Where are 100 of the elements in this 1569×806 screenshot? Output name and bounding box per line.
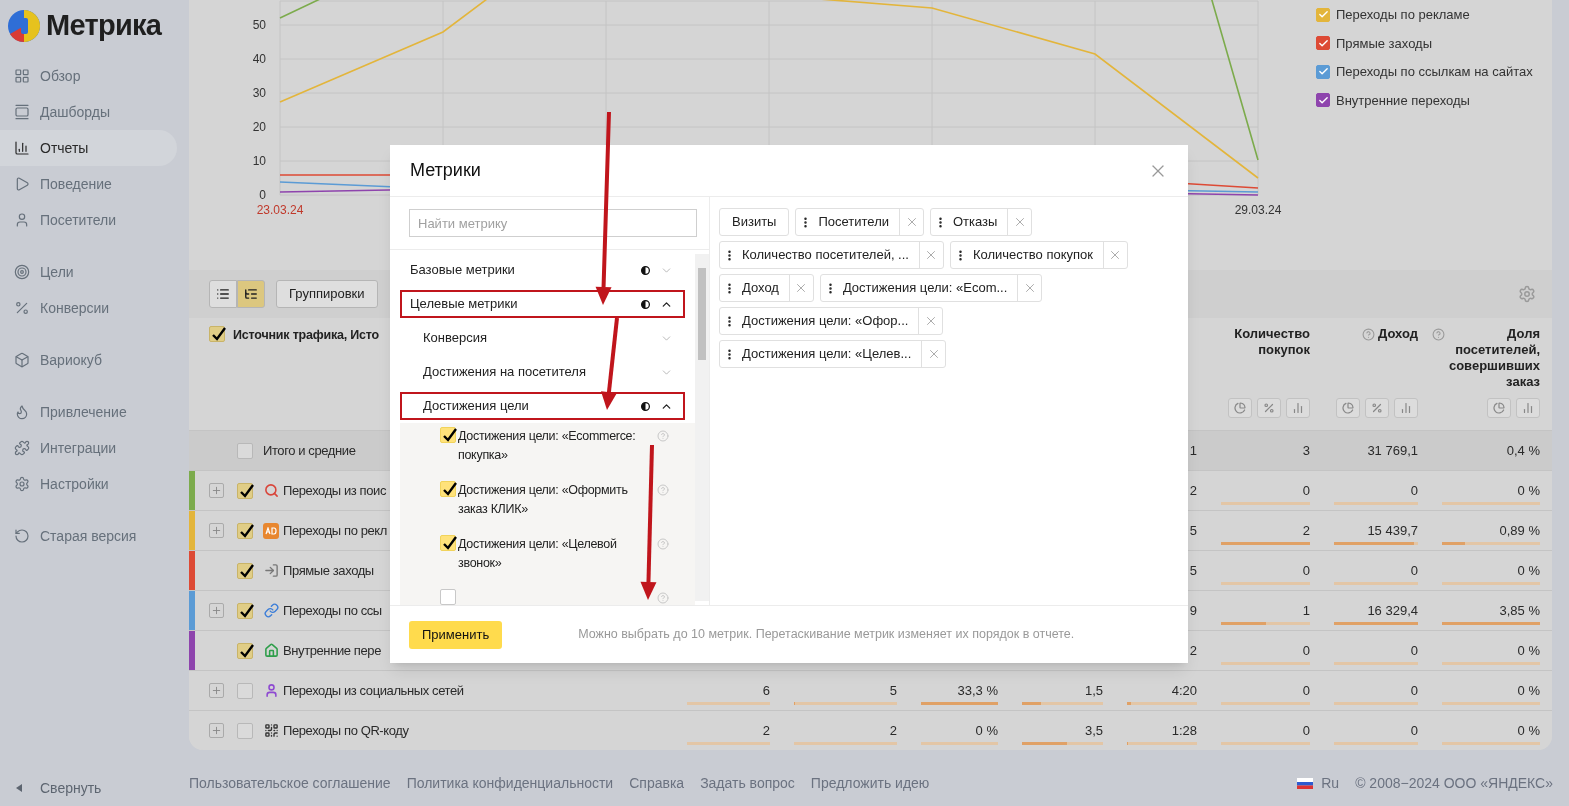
grouping-button[interactable]: Группировки: [276, 280, 378, 308]
bars-view-button[interactable]: [1516, 398, 1540, 418]
collapse-icon: [16, 784, 22, 792]
checkbox[interactable]: [237, 722, 253, 739]
panels-icon: [14, 104, 30, 120]
nav-label: Вариокуб: [40, 350, 102, 370]
checkbox[interactable]: [209, 326, 225, 342]
percent-view-button[interactable]: [1365, 398, 1389, 418]
category-item[interactable]: Базовые метрики: [400, 256, 685, 284]
collapse-link[interactable]: Свернуть: [40, 777, 102, 799]
metric-chip[interactable]: Визиты: [719, 208, 790, 236]
metric-chip[interactable]: Количество покупок: [949, 241, 1128, 269]
table-cell-text: 6: [762, 681, 770, 700]
legend-label: Переходы по ссылкам на сайтах: [1336, 63, 1533, 81]
axis-tick-label: 30: [252, 86, 266, 100]
help-icon[interactable]: [1432, 328, 1445, 341]
checkbox[interactable]: [440, 589, 456, 605]
dialog-title: Метрики: [410, 159, 481, 182]
pie-view-button[interactable]: [1487, 398, 1511, 418]
percent-view-button[interactable]: [1257, 398, 1281, 418]
expand-button[interactable]: [208, 603, 224, 618]
nav-label: Старая версия: [40, 526, 137, 546]
settings-icon[interactable]: [1518, 285, 1536, 303]
table-cell-text: 3,85 %: [1499, 601, 1540, 620]
axis-tick-label: 40: [252, 52, 266, 66]
help-icon[interactable]: [657, 592, 669, 604]
table-cell-text: 0: [1302, 481, 1310, 500]
metric-chip[interactable]: Доход: [719, 274, 814, 302]
help-icon[interactable]: [657, 484, 669, 496]
column-header: Доход: [1378, 326, 1418, 342]
chip-label: Отказы: [952, 213, 999, 232]
legend-checkbox[interactable]: [1316, 36, 1330, 51]
metric-chip[interactable]: Отказы: [930, 208, 1033, 236]
table-cell-text: 2: [762, 721, 770, 740]
apply-button[interactable]: Применить: [409, 620, 503, 649]
pie-view-button[interactable]: [1228, 398, 1252, 418]
table-cell-text: 0,89 %: [1499, 521, 1540, 540]
checkbox[interactable]: [440, 427, 456, 443]
bars-view-button[interactable]: [1394, 398, 1418, 418]
table-cell-text: 0 %: [1517, 641, 1540, 660]
search-field[interactable]: Найти метрику: [409, 209, 697, 237]
legend-checkbox[interactable]: [1316, 64, 1330, 79]
expand-button[interactable]: [208, 483, 224, 498]
category-item[interactable]: Достижения на посетителя: [400, 358, 685, 386]
date-label: 23.03.24: [256, 203, 304, 217]
table-cell-text: 2: [1189, 641, 1197, 660]
search-icon: [263, 483, 279, 498]
table-cell-text: 2: [1302, 521, 1310, 540]
legend-label: Прямые заходы: [1336, 34, 1432, 53]
column-header: Источник трафика, Исто: [233, 327, 380, 344]
help-icon[interactable]: [1362, 328, 1376, 341]
checkbox[interactable]: [237, 442, 253, 459]
chip-label: Посетители: [817, 213, 890, 232]
checkbox[interactable]: [237, 482, 253, 499]
date-label: 29.03.24: [1234, 203, 1282, 217]
list-view-button[interactable]: [209, 280, 237, 308]
checkbox[interactable]: [237, 562, 253, 579]
nav-item[interactable]: Отчеты: [0, 130, 177, 166]
plus-icon: [210, 525, 222, 536]
percent-icon: [1371, 402, 1383, 414]
expand-button[interactable]: [208, 723, 224, 738]
metric-chip[interactable]: Достижения цели: «Ecom...: [819, 274, 1043, 302]
checkbox[interactable]: [440, 535, 456, 551]
table-cell-text: 2: [1189, 481, 1197, 500]
row-label: Переходы по QR-коду: [283, 721, 409, 740]
percent-icon: [1263, 402, 1275, 414]
metric-chip[interactable]: Посетители: [795, 208, 924, 236]
bars-view-button[interactable]: [1286, 398, 1310, 418]
bar-chart-icon: [14, 140, 30, 156]
metric-chip[interactable]: Количество посетителей, ...: [719, 241, 944, 269]
help-icon[interactable]: [657, 538, 669, 550]
tree-list-icon: [244, 287, 258, 301]
table-cell-text: 1: [1302, 601, 1310, 620]
legend-checkbox[interactable]: [1316, 93, 1330, 108]
category-label: Целевые метрики: [410, 295, 518, 314]
metric-chip[interactable]: Достижения цели: «Целев...: [719, 340, 947, 368]
table-cell-text: 0: [1410, 681, 1418, 700]
nav-label: Отчеты: [40, 138, 89, 158]
legend-label: Переходы по рекламе: [1336, 6, 1470, 24]
category-item[interactable]: Достижения цели: [400, 392, 685, 420]
metric-chip[interactable]: Достижения цели: «Офор...: [719, 307, 944, 335]
scrollbar[interactable]: [695, 254, 709, 601]
pie-view-button[interactable]: [1336, 398, 1360, 418]
checkbox[interactable]: [237, 522, 253, 539]
tree-view-button[interactable]: [237, 280, 265, 308]
percent-icon: [14, 300, 30, 316]
help-icon[interactable]: [657, 430, 669, 442]
checkbox[interactable]: [237, 602, 253, 619]
expand-button[interactable]: [208, 683, 224, 698]
category-item[interactable]: Конверсия: [400, 324, 685, 352]
table-cell-text: 0 %: [975, 721, 998, 740]
checkbox[interactable]: [237, 682, 253, 699]
flag-icon: [1297, 777, 1314, 789]
row-label: Переходы по ссы: [283, 601, 382, 620]
category-item[interactable]: Целевые метрики: [400, 290, 685, 318]
legend-checkbox[interactable]: [1316, 7, 1330, 22]
expand-button[interactable]: [208, 523, 224, 538]
checkbox[interactable]: [237, 642, 253, 659]
category-label: Достижения цели: [423, 397, 529, 416]
checkbox[interactable]: [440, 481, 456, 497]
